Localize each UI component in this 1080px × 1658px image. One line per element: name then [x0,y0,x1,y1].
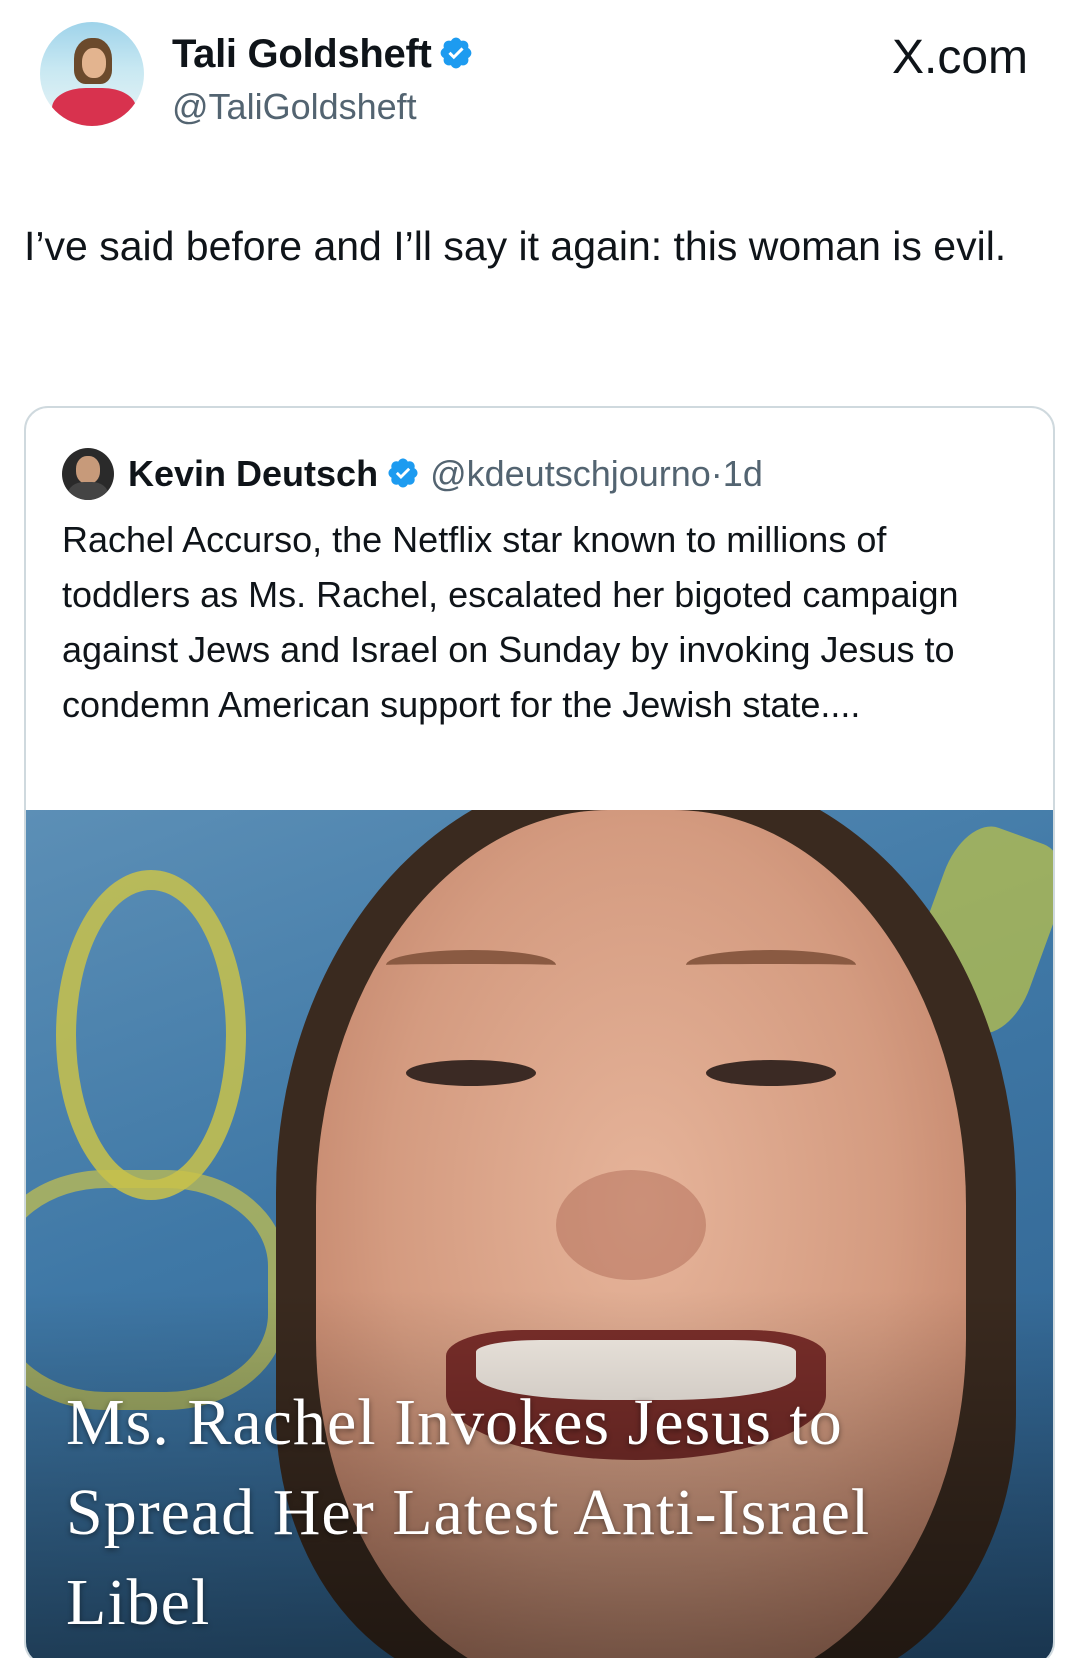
quoted-timestamp[interactable]: 1d [723,453,763,494]
author-handle[interactable]: @TaliGoldsheft [172,86,417,128]
image-headline: Ms. Rachel Invokes Jesus to Spread Her L… [66,1386,871,1639]
tweet-text: I’ve said before and I’ll say it again: … [24,223,1007,269]
quoted-author-avatar[interactable] [62,448,114,500]
author-name-row[interactable]: Tali Goldsheft [172,32,474,77]
author-avatar[interactable] [40,22,144,126]
quoted-author-name[interactable]: Kevin Deutsch [128,453,378,494]
quoted-tweet-text: Rachel Accurso, the Netflix star known t… [62,519,959,725]
verified-badge-icon [440,38,471,69]
verified-badge-icon [388,458,418,489]
separator-dot: · [710,453,723,494]
site-label: X.com [891,31,1028,84]
author-name[interactable]: Tali Goldsheft [172,32,432,76]
tweet-header: Tali Goldsheft @TaliGoldsheft X.com [0,0,1080,160]
quoted-author-handle[interactable]: @kdeutschjourno [430,453,711,494]
quoted-tweet-header: Kevin Deutsch @kdeutschjourno·1d [128,448,763,500]
